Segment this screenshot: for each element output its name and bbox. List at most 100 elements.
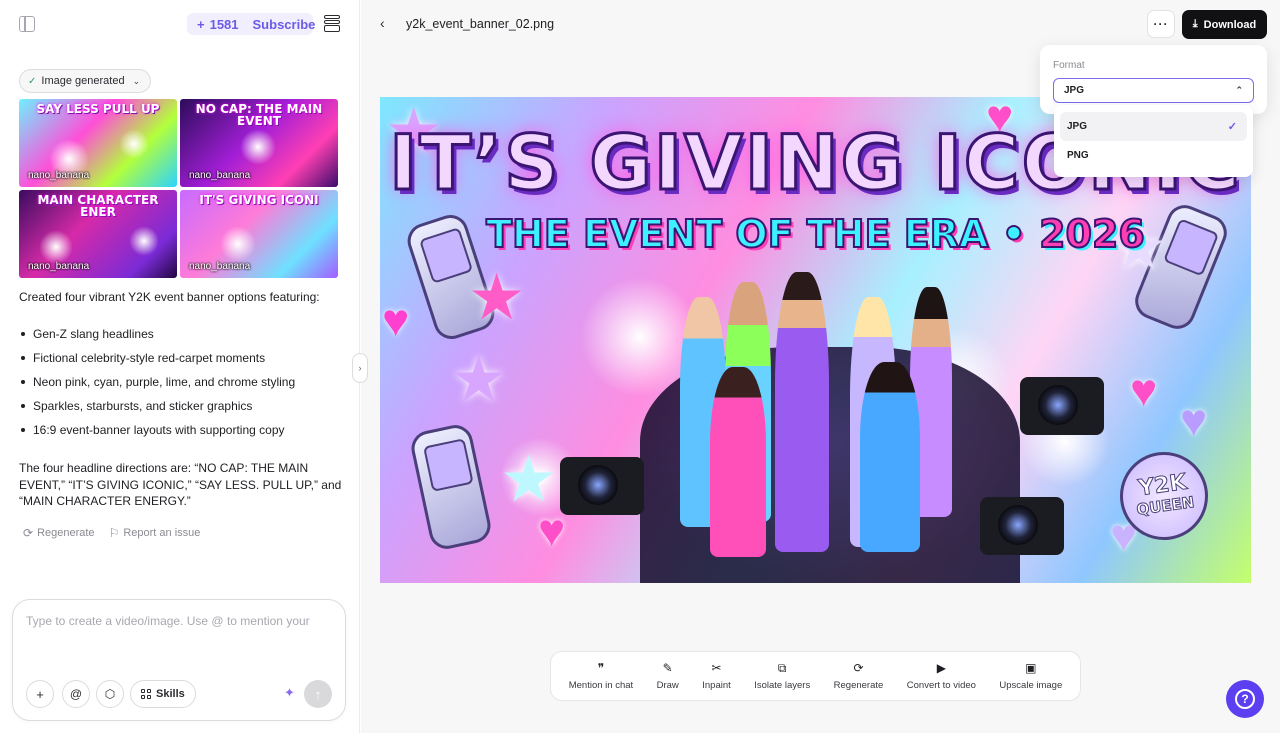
format-select[interactable]: JPG ⌃ bbox=[1053, 78, 1254, 103]
format-option-jpg[interactable]: JPG ✓ bbox=[1060, 112, 1247, 141]
ellipsis-icon: ··· bbox=[1153, 17, 1169, 31]
convert-to-video-button[interactable]: ▶ Convert to video bbox=[903, 660, 980, 691]
regenerate-image-button[interactable]: ⟳ Regenerate bbox=[830, 660, 888, 691]
send-button[interactable]: ↑ bbox=[304, 680, 332, 708]
thumbnail-title: NO CAP: THE MAIN EVENT bbox=[195, 102, 323, 128]
chevron-down-icon: ⌄ bbox=[132, 75, 141, 86]
layers-icon: ⧉ bbox=[777, 660, 787, 675]
regenerate-button[interactable]: ⟳ Regenerate bbox=[23, 526, 95, 540]
image-tools-toolbar: ❞ Mention in chat ✎ Draw ✂ Inpaint ⧉ Iso… bbox=[550, 651, 1081, 701]
star-sticker: ★ bbox=[450, 343, 508, 415]
refresh-icon: ⟳ bbox=[853, 660, 864, 675]
chevron-up-icon: ⌃ bbox=[1235, 85, 1243, 95]
tool-label: Convert to video bbox=[906, 679, 976, 691]
check-icon: ✓ bbox=[28, 75, 37, 87]
tool-label: Draw bbox=[656, 679, 679, 691]
download-button[interactable]: ⤓ Download bbox=[1182, 10, 1267, 39]
subscribe-link[interactable]: Subscribe bbox=[253, 17, 316, 32]
refresh-icon: ⟳ bbox=[23, 526, 34, 540]
sparkle-icon[interactable]: ✦ bbox=[284, 685, 295, 701]
thumbnail-grid: SAY LESS PULL UP nano_banana NO CAP: THE… bbox=[19, 99, 339, 278]
upscale-image-button[interactable]: ▣ Upscale image bbox=[995, 660, 1066, 691]
chat-panel: + 1581 Subscribe ✓ Image generated ⌄ SAY… bbox=[0, 0, 360, 733]
model-button[interactable]: ⬡ bbox=[96, 680, 124, 708]
tool-label: Upscale image bbox=[999, 679, 1063, 691]
collapse-panel-handle[interactable]: › bbox=[352, 353, 368, 383]
list-item: Sparkles, starbursts, and sticker graphi… bbox=[19, 394, 344, 418]
brush-icon: ✎ bbox=[662, 660, 673, 675]
message-actions: ⟳ Regenerate ⚐ Report an issue bbox=[23, 526, 200, 540]
at-sign-icon: @ bbox=[69, 687, 83, 701]
format-popover: Format JPG ⌃ bbox=[1040, 45, 1267, 114]
prompt-input[interactable]: Type to create a video/image. Use @ to m… bbox=[26, 614, 310, 628]
prompt-composer[interactable]: Type to create a video/image. Use @ to m… bbox=[12, 599, 346, 721]
thumbnail-model-tag: nano_banana bbox=[189, 170, 251, 181]
camera-sticker bbox=[1020, 377, 1104, 435]
tool-label: Mention in chat bbox=[568, 679, 634, 691]
figure bbox=[860, 362, 920, 552]
banner-subhead-text: THE EVENT OF THE ERA • bbox=[485, 211, 1027, 257]
option-label: JPG bbox=[1067, 121, 1088, 132]
download-label: Download bbox=[1203, 18, 1257, 31]
thumbnail-model-tag: nano_banana bbox=[189, 261, 251, 272]
heart-sticker: ♥ bbox=[538, 504, 566, 556]
assistant-message-summary: The four headline directions are: “NO CA… bbox=[19, 461, 342, 508]
draw-button[interactable]: ✎ Draw bbox=[653, 660, 683, 691]
list-item: Gen-Z slang headlines bbox=[19, 322, 344, 346]
skills-button[interactable]: Skills bbox=[130, 680, 196, 708]
assistant-message-intro: Created four vibrant Y2K event banner op… bbox=[19, 290, 320, 304]
skills-label: Skills bbox=[156, 688, 185, 700]
chip-label: Image generated bbox=[41, 75, 125, 87]
image-viewer: ‹ y2k_event_banner_02.png ··· ⤓ Download… bbox=[361, 0, 1280, 733]
flag-icon: ⚐ bbox=[108, 526, 120, 540]
figure bbox=[775, 272, 829, 552]
back-button[interactable]: ‹ bbox=[380, 15, 385, 31]
tool-label: Inpaint bbox=[702, 679, 731, 691]
help-button[interactable]: ? bbox=[1226, 680, 1264, 718]
banner-year: 2026 bbox=[1038, 211, 1146, 257]
inpaint-button[interactable]: ✂ Inpaint bbox=[698, 660, 735, 691]
cube-icon: ⬡ bbox=[104, 687, 116, 701]
report-label: Report an issue bbox=[123, 527, 201, 539]
star-sticker: ★ bbox=[500, 443, 558, 515]
mention-button[interactable]: @ bbox=[62, 680, 90, 708]
thumbnail-title: IT'S GIVING ICONI bbox=[199, 193, 319, 207]
figure bbox=[710, 367, 766, 557]
chevron-left-icon: ‹ bbox=[380, 15, 385, 31]
flip-phone-sticker bbox=[408, 421, 494, 553]
more-options-button[interactable]: ··· bbox=[1147, 10, 1175, 38]
credits-subscribe-pill[interactable]: + 1581 Subscribe bbox=[187, 13, 316, 35]
format-option-png[interactable]: PNG bbox=[1060, 141, 1247, 170]
file-name: y2k_event_banner_02.png bbox=[406, 17, 555, 31]
report-issue-button[interactable]: ⚐ Report an issue bbox=[109, 526, 201, 540]
list-item: Neon pink, cyan, purple, lime, and chrom… bbox=[19, 370, 344, 394]
sidebar-toggle-icon[interactable] bbox=[19, 16, 35, 32]
tool-label: Regenerate bbox=[833, 679, 884, 691]
isolate-layers-button[interactable]: ⧉ Isolate layers bbox=[750, 660, 814, 691]
option-label: PNG bbox=[1067, 150, 1089, 161]
heart-sticker: ♥ bbox=[382, 294, 410, 346]
camera-sticker bbox=[560, 457, 644, 515]
question-icon: ? bbox=[1235, 689, 1255, 709]
star-sticker: ★ bbox=[468, 261, 526, 333]
image-generated-chip[interactable]: ✓ Image generated ⌄ bbox=[19, 69, 152, 93]
checkmark-icon: ✓ bbox=[1227, 121, 1237, 133]
play-icon: ▶ bbox=[936, 660, 946, 675]
grid-icon bbox=[141, 689, 151, 699]
regenerate-label: Regenerate bbox=[37, 527, 95, 539]
add-attachment-button[interactable]: + bbox=[26, 680, 54, 708]
thumbnail-title: SAY LESS PULL UP bbox=[36, 102, 160, 116]
list-item: Fictional celebrity-style red-carpet mom… bbox=[19, 346, 344, 370]
scissors-icon: ✂ bbox=[711, 660, 722, 675]
hd-icon: ▣ bbox=[1025, 660, 1037, 675]
history-stack-icon[interactable] bbox=[324, 15, 340, 33]
thumbnail-model-tag: nano_banana bbox=[28, 261, 90, 272]
thumbnail-4[interactable]: IT'S GIVING ICONI nano_banana bbox=[180, 190, 338, 278]
mention-in-chat-button[interactable]: ❞ Mention in chat bbox=[565, 661, 637, 691]
thumbnail-3[interactable]: MAIN CHARACTER ENER nano_banana bbox=[19, 190, 177, 278]
thumbnail-1[interactable]: SAY LESS PULL UP nano_banana bbox=[19, 99, 177, 187]
heart-sticker: ♥ bbox=[1130, 364, 1158, 416]
thumbnail-model-tag: nano_banana bbox=[28, 170, 90, 181]
thumbnail-2[interactable]: NO CAP: THE MAIN EVENT nano_banana bbox=[180, 99, 338, 187]
list-item: 16:9 event-banner layouts with supportin… bbox=[19, 418, 344, 442]
